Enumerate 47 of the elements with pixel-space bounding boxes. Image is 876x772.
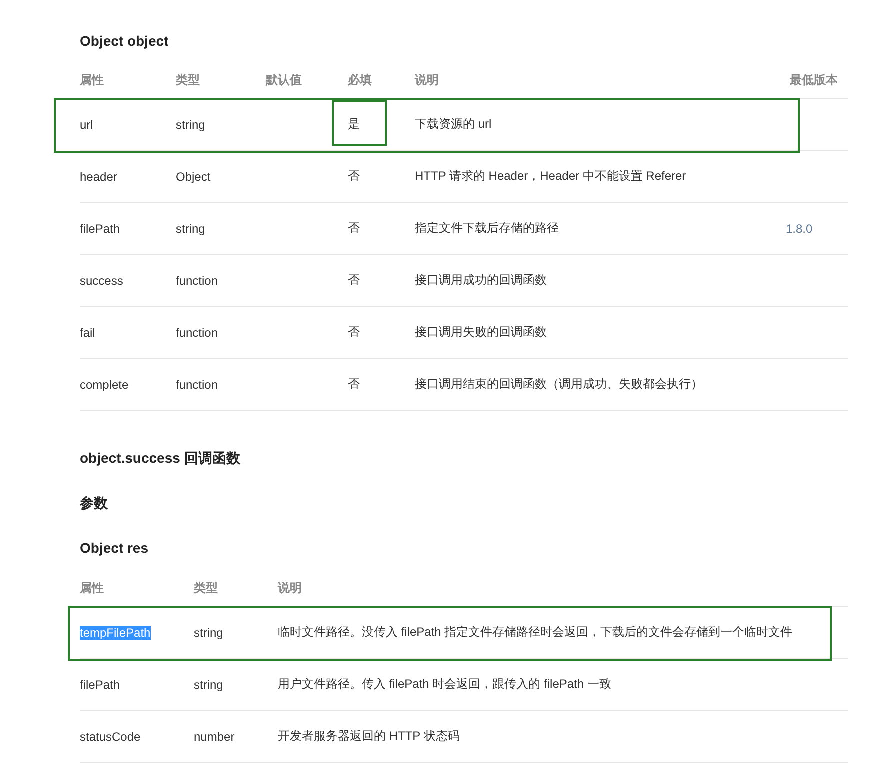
required-value: 否: [348, 168, 360, 185]
section-heading: 参数: [80, 494, 109, 513]
param-type: number: [194, 730, 235, 744]
column-header: 属性: [80, 580, 104, 596]
section-heading: Object res: [80, 539, 150, 558]
required-value: 否: [348, 376, 360, 393]
param-description: 接口调用成功的回调函数: [415, 272, 547, 289]
param-description: 用户文件路径。传入 filePath 时会返回，跟传入的 filePath 一致: [278, 676, 612, 693]
column-header: 类型: [176, 72, 200, 88]
param-name: fail: [80, 326, 96, 340]
column-header: 说明: [415, 72, 439, 88]
param-name: header: [80, 170, 118, 184]
param-type: string: [194, 678, 224, 692]
param-description: 指定文件下载后存储的路径: [415, 220, 559, 237]
column-header: 最低版本: [790, 72, 838, 88]
column-header: 默认值: [266, 72, 302, 88]
param-type: function: [176, 274, 218, 288]
param-description: 临时文件路径。没传入 filePath 指定文件存储路径时会返回，下载后的文件会存储到一个临时文件: [278, 624, 793, 641]
param-name: statusCode: [80, 730, 141, 744]
section-heading: object.success 回调函数: [80, 449, 242, 468]
param-type: string: [194, 626, 224, 640]
param-type: string: [176, 118, 206, 132]
param-description: HTTP 请求的 Header，Header 中不能设置 Referer: [415, 168, 686, 185]
required-value: 否: [348, 272, 360, 289]
param-description: 开发者服务器返回的 HTTP 状态码: [278, 728, 460, 745]
param-name: complete: [80, 378, 129, 392]
param-description: 下载资源的 url: [415, 116, 492, 133]
param-type: function: [176, 378, 218, 392]
column-header: 属性: [80, 72, 104, 88]
column-header: 类型: [194, 580, 218, 596]
column-header: 说明: [278, 580, 302, 596]
column-header: 必填: [348, 72, 372, 88]
param-type: string: [176, 222, 206, 236]
param-name: filePath: [80, 678, 120, 692]
min-version: 1.8.0: [786, 222, 813, 236]
param-name: tempFilePath: [80, 626, 151, 640]
param-type: Object: [176, 170, 211, 184]
param-name: url: [80, 118, 94, 132]
param-description: 接口调用失败的回调函数: [415, 324, 547, 341]
required-value: 是: [348, 116, 360, 133]
required-value: 否: [348, 324, 360, 341]
param-description: 接口调用结束的回调函数（调用成功、失败都会执行）: [415, 376, 703, 393]
param-name: success: [80, 274, 124, 288]
param-name: filePath: [80, 222, 120, 236]
param-type: function: [176, 326, 218, 340]
required-value: 否: [348, 220, 360, 237]
section-heading: Object object: [80, 32, 170, 51]
